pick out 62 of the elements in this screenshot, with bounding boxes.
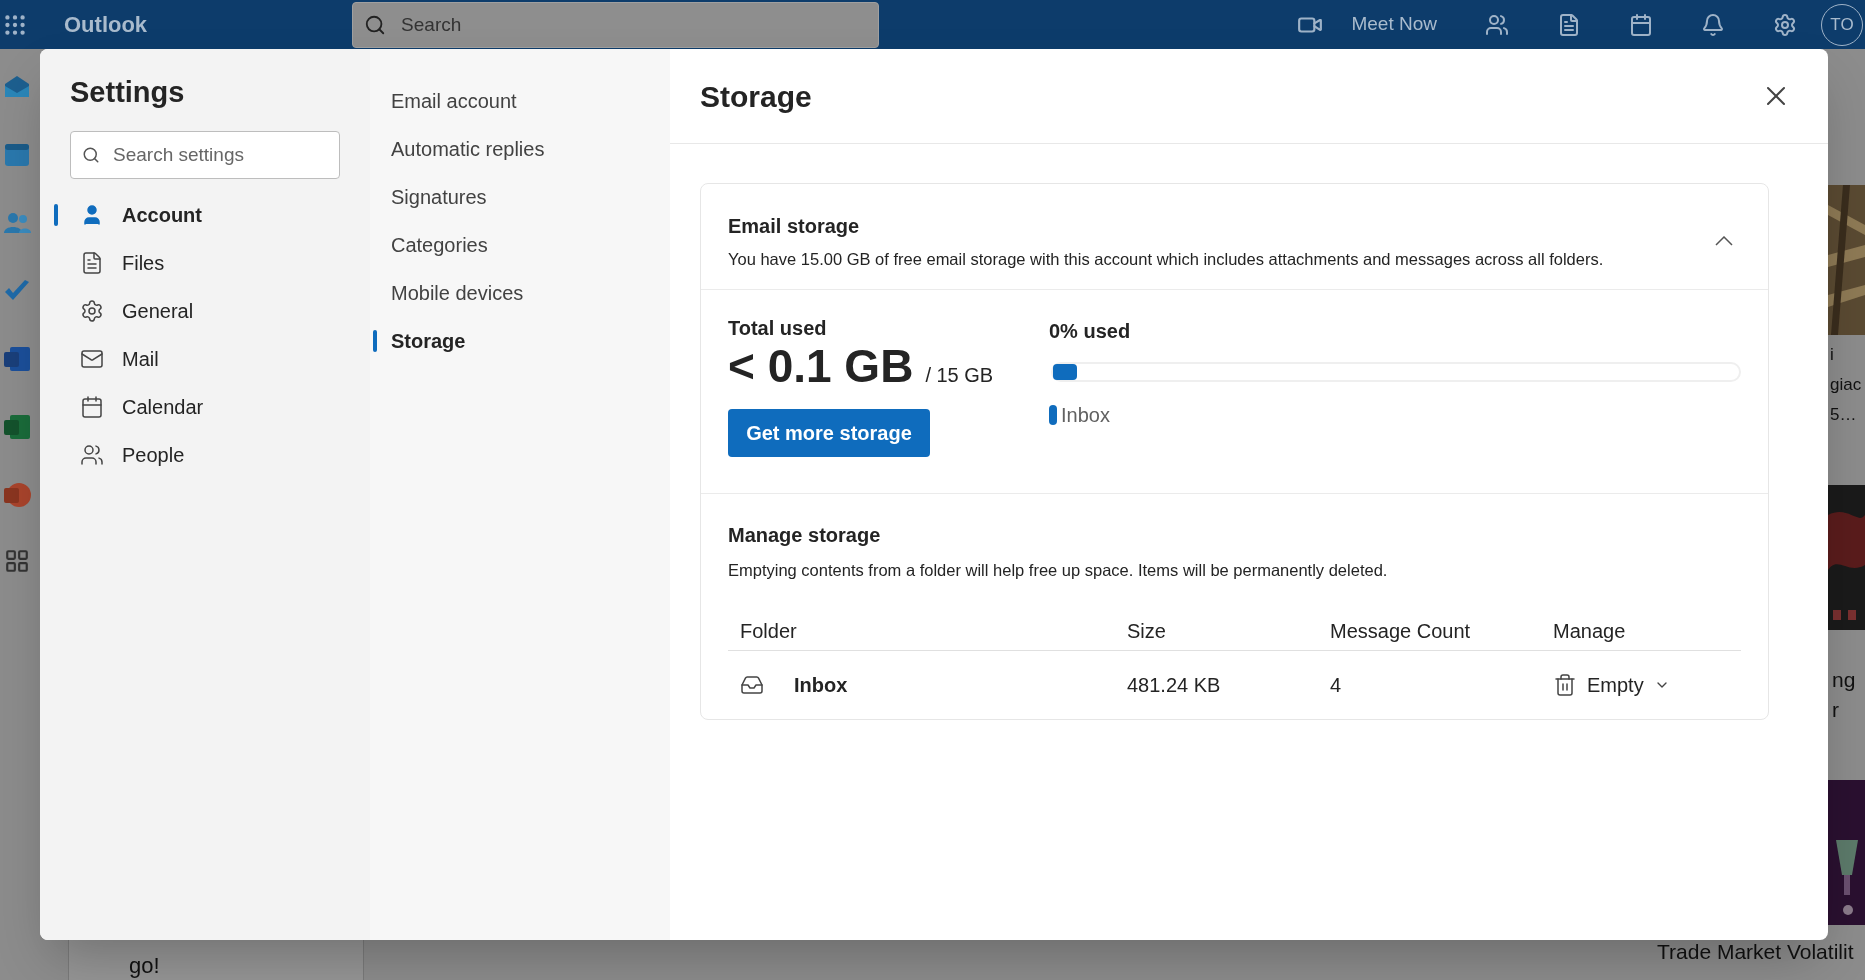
section-title: Email storage: [728, 214, 861, 239]
legend-label: Inbox: [1061, 402, 1110, 428]
category-item[interactable]: Mail: [54, 334, 354, 383]
subcategory-item[interactable]: Categories: [370, 221, 670, 269]
column-header: Folder: [739, 619, 798, 644]
apps-icon[interactable]: [4, 548, 30, 574]
category-item[interactable]: People: [54, 430, 354, 479]
bell-icon[interactable]: [1701, 12, 1725, 37]
news-title: 5…: [1830, 404, 1858, 426]
category-icon: [80, 394, 104, 419]
category-icon: [80, 442, 104, 467]
news-title: r: [1832, 697, 1840, 723]
card-text: go!: [129, 953, 160, 978]
search-icon: [364, 13, 387, 36]
subcategory-item[interactable]: Email account: [370, 77, 670, 125]
spreadsheet-app-icon[interactable]: [2, 412, 32, 442]
subcategory-item[interactable]: Signatures: [370, 173, 670, 221]
news-title: i: [1830, 344, 1835, 366]
category-item[interactable]: Account: [54, 190, 354, 239]
subcategory-item[interactable]: Storage: [370, 317, 670, 365]
percent-used: 0% used: [1049, 318, 1132, 344]
column-header: Size: [1127, 619, 1167, 644]
subcategory-item[interactable]: Automatic replies: [370, 125, 670, 173]
search-field[interactable]: Search: [352, 1, 880, 48]
table-cell-text: 4: [1330, 672, 1343, 698]
column-header: Manage: [1553, 619, 1627, 644]
chevron-up-icon: [1715, 236, 1733, 247]
table-cell-text: 481.24 KB: [1127, 672, 1222, 698]
folder-name: Inbox: [794, 672, 848, 698]
section-description: You have 15.00 GB of free email storage with this account which includes attachments and messages across all folders.: [728, 249, 1604, 270]
total-used-label: Total used: [728, 315, 828, 341]
news-headline: Trade Market Volatilit: [1657, 939, 1854, 965]
settings-icon[interactable]: [1773, 12, 1797, 37]
document-app-icon[interactable]: [2, 344, 32, 374]
category-icon: [80, 298, 104, 323]
presentation-app-icon[interactable]: [2, 480, 32, 510]
category-item[interactable]: Calendar: [54, 382, 354, 431]
category-item[interactable]: General: [54, 286, 354, 335]
settings-search-field[interactable]: Search settings: [70, 130, 340, 179]
calendar-check-icon[interactable]: [1629, 12, 1653, 37]
column-header: Message Count: [1330, 619, 1472, 644]
collapse-button[interactable]: [1715, 236, 1733, 247]
search-icon: [82, 145, 100, 164]
used-amount: < 0.1 GB: [728, 338, 914, 393]
section-title: Manage storage: [728, 522, 882, 548]
app-name: Outlook: [64, 11, 148, 39]
trash-icon: [1553, 672, 1577, 697]
get-more-storage-button[interactable]: Get more storage: [728, 408, 930, 457]
team-icon[interactable]: [1485, 12, 1509, 37]
settings-title: Settings: [70, 75, 186, 110]
news-title: giac: [1830, 374, 1862, 396]
legend-swatch: [1049, 404, 1057, 425]
empty-folder-button[interactable]: Empty: [1553, 669, 1670, 700]
category-item[interactable]: Files: [54, 238, 354, 287]
meet-now-link[interactable]: Meet Now: [1351, 10, 1437, 39]
category-icon: [80, 250, 104, 275]
notebook-icon[interactable]: [1557, 12, 1581, 37]
section-description: Emptying contents from a folder will help free up space. Items will be permanently deleted.: [728, 559, 1389, 581]
quota-total: / 15 GB: [925, 362, 994, 388]
panel-title: Storage: [700, 78, 812, 115]
news-title: ng: [1832, 667, 1856, 693]
subcategory-item[interactable]: Mobile devices: [370, 269, 670, 317]
